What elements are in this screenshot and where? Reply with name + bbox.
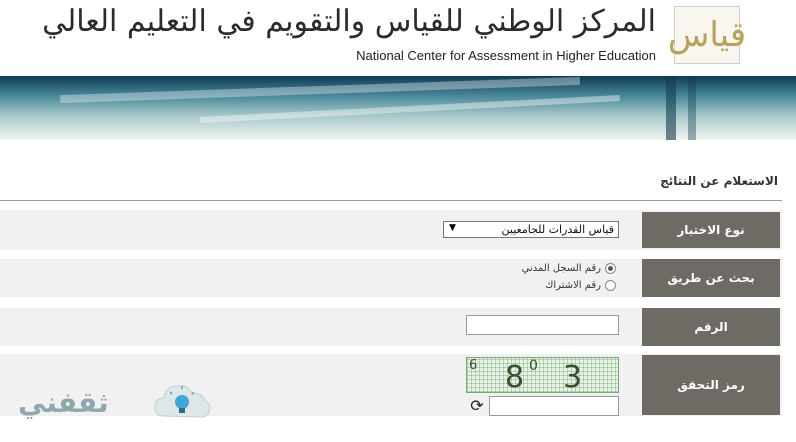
logo-mark: قياس bbox=[667, 15, 747, 55]
section-divider bbox=[0, 200, 782, 201]
header-banner bbox=[0, 76, 796, 140]
banner-ribbon bbox=[666, 76, 676, 140]
radio-label: رقم السجل المدني bbox=[521, 263, 601, 274]
radio-option-civil-id[interactable]: رقم السجل المدني bbox=[522, 263, 616, 274]
site-title-arabic: المركز الوطني للقياس والتقويم في التعليم… bbox=[42, 4, 657, 39]
radio-label: رقم الاشتراك bbox=[545, 280, 601, 291]
site-logo[interactable]: قياس bbox=[668, 6, 746, 64]
radio-button[interactable] bbox=[605, 280, 616, 291]
captcha-char: 8 bbox=[505, 360, 525, 395]
captcha-image: 6 8 0 3 bbox=[466, 357, 619, 395]
banner-streak bbox=[60, 76, 580, 104]
banner-streak bbox=[200, 95, 620, 123]
site-header: قياس المركز الوطني للقياس والتقويم في ال… bbox=[0, 0, 796, 76]
lightbulb-cloud-icon bbox=[154, 385, 211, 418]
radio-button-checked[interactable] bbox=[605, 263, 616, 274]
watermark-text: ثقفني bbox=[18, 386, 109, 419]
number-input[interactable] bbox=[466, 315, 619, 335]
exam-type-label: نوع الاختبار bbox=[642, 212, 780, 248]
search-by-label: بحث عن طريق bbox=[642, 259, 780, 297]
section-title: الاستعلام عن النتائج bbox=[660, 174, 778, 188]
refresh-icon: ⟳ bbox=[470, 395, 484, 415]
captcha-input[interactable] bbox=[489, 396, 619, 416]
dropdown-arrow-icon: ▼ bbox=[449, 223, 456, 233]
number-label: الرقم bbox=[642, 308, 780, 346]
banner-ribbon bbox=[688, 76, 696, 140]
exam-type-selected: قياس القدرات للجامعيين bbox=[501, 223, 614, 236]
refresh-captcha-button[interactable]: ⟳ bbox=[467, 395, 487, 415]
exam-type-select[interactable]: قياس القدرات للجامعيين ▼ bbox=[443, 221, 619, 238]
captcha-char: 3 bbox=[563, 360, 583, 395]
captcha-char: 6 bbox=[469, 358, 478, 373]
captcha-label: رمز التحقق bbox=[642, 355, 780, 415]
captcha-char: 0 bbox=[529, 358, 538, 374]
radio-option-subscription[interactable]: رقم الاشتراك bbox=[545, 280, 616, 291]
site-title-english: National Center for Assessment in Higher… bbox=[356, 48, 656, 63]
watermark: ثقفني bbox=[14, 374, 211, 432]
